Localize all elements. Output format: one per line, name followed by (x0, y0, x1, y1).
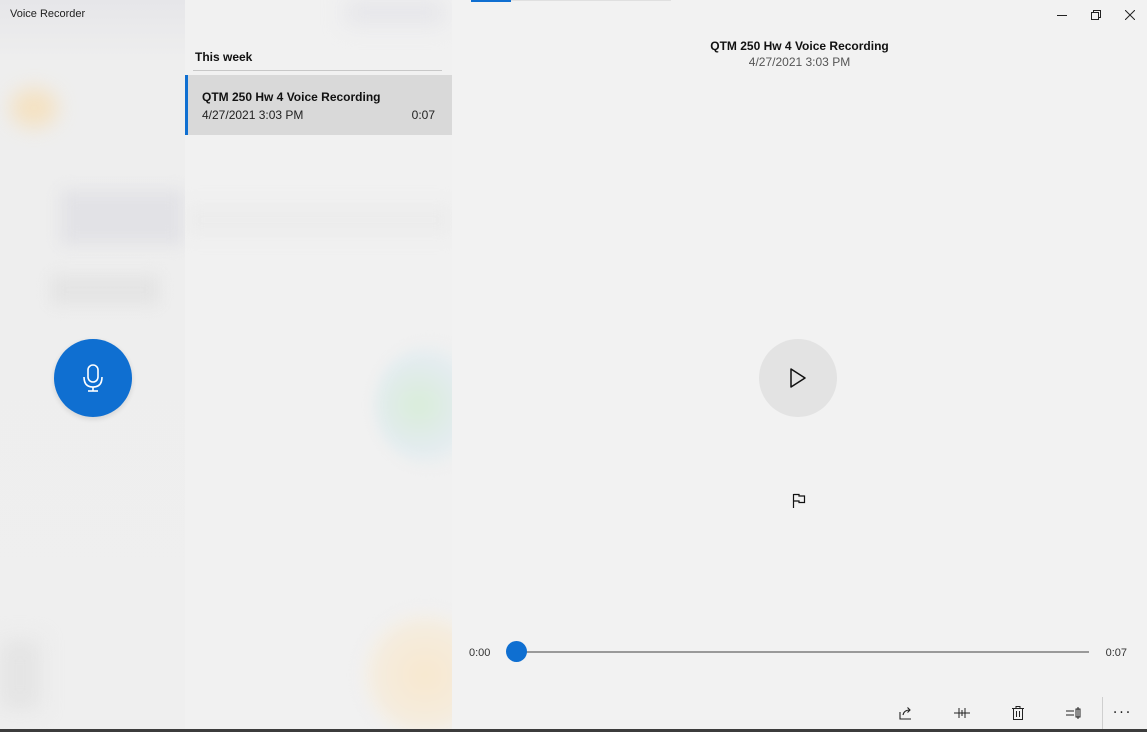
background-blur (375, 345, 452, 465)
recording-date: 4/27/2021 3:03 PM (748, 55, 851, 69)
rename-button[interactable] (1046, 697, 1102, 729)
microphone-icon (83, 364, 103, 392)
recordings-list-pane: This week QTM 250 Hw 4 Voice Recording 4… (185, 0, 452, 732)
divider (193, 70, 442, 71)
divider (511, 0, 671, 1)
total-time: 0:07 (1105, 647, 1127, 659)
close-button[interactable] (1113, 0, 1147, 30)
add-marker-button[interactable] (788, 490, 810, 512)
selection-indicator (185, 75, 188, 135)
recording-duration: 0:07 (411, 108, 435, 122)
delete-button[interactable] (990, 697, 1046, 729)
seek-thumb[interactable] (506, 641, 527, 662)
minimize-icon (1057, 15, 1067, 16)
background-blur (50, 275, 160, 305)
playback-pane: QTM 250 Hw 4 Voice Recording 4/27/2021 3… (452, 0, 1147, 732)
flag-icon (792, 493, 806, 508)
restore-icon (1091, 10, 1101, 20)
recording-title: QTM 250 Hw 4 Voice Recording (710, 39, 889, 53)
trim-button[interactable] (934, 697, 990, 729)
background-blur (10, 88, 58, 128)
background-blur (0, 640, 40, 710)
group-header: This week (195, 50, 253, 64)
play-icon (790, 368, 806, 388)
app-title: Voice Recorder (10, 8, 86, 20)
command-bar: ··· (878, 697, 1142, 729)
seek-slider[interactable] (506, 641, 1089, 662)
background-blur (345, 0, 445, 25)
recording-date: 4/27/2021 3:03 PM (202, 108, 304, 122)
tab-indicator (471, 0, 511, 2)
window-controls (1045, 0, 1147, 30)
background-blur (185, 205, 452, 235)
close-icon (1125, 10, 1135, 20)
more-options-button[interactable]: ··· (1102, 697, 1142, 729)
share-button[interactable] (878, 697, 934, 729)
share-icon (899, 707, 911, 720)
background-blur (360, 610, 452, 732)
delete-icon (1012, 706, 1024, 720)
trim-icon (954, 708, 970, 718)
recording-list-item[interactable]: QTM 250 Hw 4 Voice Recording 4/27/2021 3… (185, 75, 452, 135)
current-time: 0:00 (469, 647, 491, 659)
record-button[interactable] (54, 339, 132, 417)
navigation-pane: Voice Recorder (0, 0, 185, 732)
restore-button[interactable] (1079, 0, 1113, 30)
recording-name: QTM 250 Hw 4 Voice Recording (202, 90, 381, 104)
minimize-button[interactable] (1045, 0, 1079, 30)
play-button[interactable] (759, 339, 837, 417)
background-blur (60, 190, 185, 245)
rename-icon (1066, 707, 1081, 719)
